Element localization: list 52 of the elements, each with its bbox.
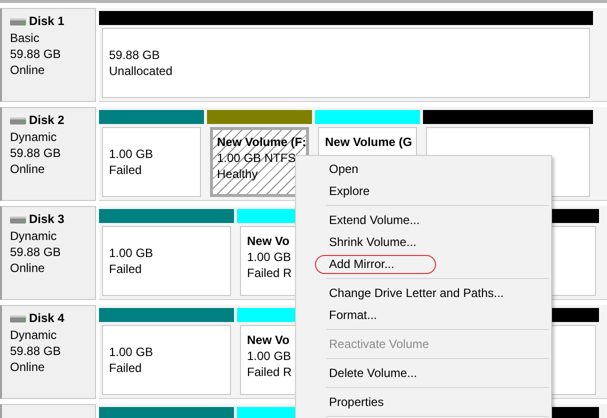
partition-box[interactable]: 1.00 GB Failed (102, 127, 201, 197)
disk-type: Dynamic (10, 228, 58, 244)
menu-item[interactable]: Shrink Volume... (296, 231, 551, 253)
partition-info: Failed (109, 360, 142, 376)
partition-info: 1.00 GB NTFS (217, 150, 296, 166)
disk-drive-icon (10, 314, 26, 322)
disk-name: Disk 4 (29, 310, 64, 327)
disk-size: 59.88 GB (10, 343, 62, 359)
partition-info: 59.88 GB (109, 47, 160, 63)
disk-status: Online (10, 260, 46, 276)
volume-name: New Volume (F: (217, 134, 306, 150)
volume-name: New Vo (247, 332, 290, 348)
partition-box[interactable] (550, 325, 596, 395)
menu-item[interactable]: Extend Volume... (296, 209, 551, 231)
volume-name: New Vo (247, 233, 290, 249)
partition-info: 1.00 GB (109, 344, 154, 360)
disk-status: Online (10, 62, 46, 78)
partition-info: Failed (109, 261, 142, 277)
partition-info: 1.00 GB (109, 146, 154, 162)
disk-type: Dynamic (10, 129, 58, 145)
menu-item[interactable]: Properties (296, 391, 551, 413)
disk-drive-icon (10, 18, 26, 26)
partition-info: 1.00 GB (247, 249, 292, 265)
partition-info: Failed R (247, 364, 292, 380)
disk-drive-icon (10, 216, 26, 224)
partition-info: 1.00 GB (247, 348, 292, 364)
partition-info: Failed (109, 162, 142, 178)
menu-item[interactable]: Format... (296, 304, 551, 326)
menu-item[interactable]: Add Mirror... (296, 253, 551, 275)
menu-item[interactable]: Change Drive Letter and Paths... (296, 282, 551, 304)
disk-name: Disk 3 (29, 211, 64, 228)
partition-box[interactable]: 1.00 GB Failed (102, 226, 231, 296)
partition-info: Unallocated (109, 63, 172, 79)
partition-info: Failed R (247, 265, 292, 281)
partition-box[interactable]: 59.88 GB Unallocated (102, 28, 590, 98)
partition-box[interactable]: 1.00 GB Failed (102, 325, 231, 395)
disk-type: Dynamic (10, 327, 58, 343)
disk-status: Online (10, 161, 46, 177)
disk-size: 59.88 GB (10, 145, 62, 161)
partition-info: 1.00 GB (109, 245, 154, 261)
disk-status: Online (10, 359, 46, 375)
disk-size: 59.88 GB (10, 46, 62, 62)
disk-name: Disk 1 (29, 13, 64, 30)
partition-box[interactable] (550, 226, 596, 296)
partition-info: Healthy (217, 166, 258, 182)
volume-name: New Volume (G (325, 134, 412, 150)
disk-name: Disk 2 (29, 112, 64, 129)
disk-type: Basic (10, 30, 40, 46)
partition-box[interactable]: New Volume (F: 1.00 GB NTFS Healthy (210, 127, 309, 197)
disk-size: 59.88 GB (10, 244, 62, 260)
disk-drive-icon (10, 116, 26, 124)
menu-item[interactable]: Delete Volume... (296, 362, 551, 384)
